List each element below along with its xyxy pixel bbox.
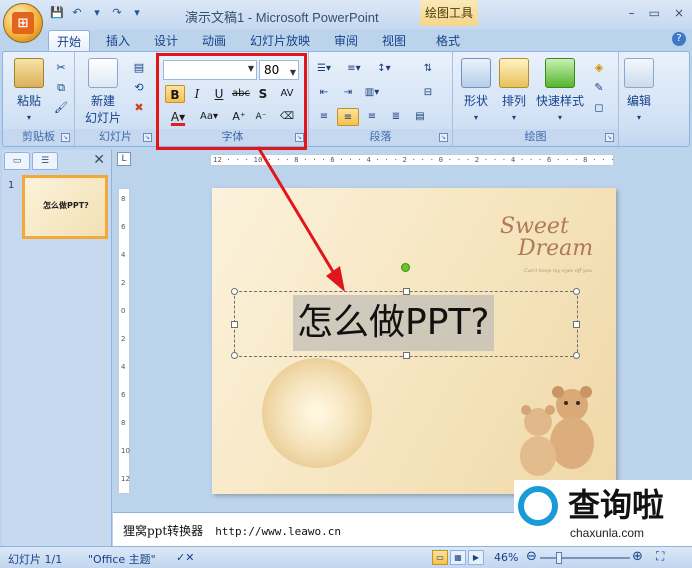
annotation-arrow (256, 146, 345, 292)
